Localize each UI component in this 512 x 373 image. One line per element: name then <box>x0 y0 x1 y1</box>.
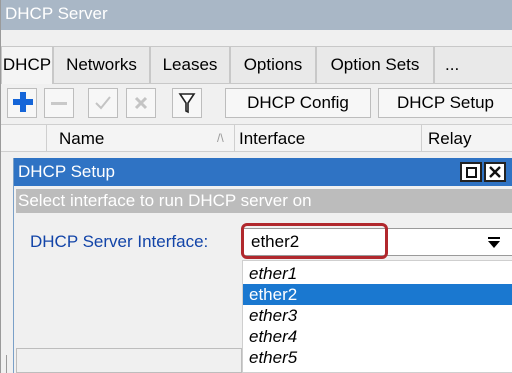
cross-icon <box>134 96 148 110</box>
maximize-button[interactable] <box>460 162 482 182</box>
dhcp-config-button[interactable]: DHCP Config <box>225 88 371 118</box>
tab-label: DHCP <box>2 55 52 74</box>
tab-leases[interactable]: Leases <box>150 46 230 84</box>
dropdown-option[interactable]: ether1 <box>243 263 512 284</box>
tab-label: Leases <box>162 55 218 74</box>
dialog-title: DHCP Setup <box>18 162 116 181</box>
tab-options[interactable]: Options <box>230 46 316 84</box>
tab-label: Networks <box>66 55 137 74</box>
close-button[interactable] <box>484 162 506 182</box>
add-button[interactable] <box>7 88 37 118</box>
column-header: Name /\ Interface Relay <box>1 124 512 152</box>
dropdown-option[interactable]: ether4 <box>243 326 512 347</box>
window-title: DHCP Server <box>5 4 108 23</box>
column-interface[interactable]: Interface <box>239 129 305 149</box>
dhcp-setup-label: DHCP Setup <box>396 93 494 112</box>
column-relay[interactable]: Relay <box>428 129 471 149</box>
tab-bar: DHCP Networks Leases Options Option Sets… <box>1 46 512 84</box>
dhcp-setup-dialog: DHCP Setup Select interface to run DHCP … <box>13 158 512 373</box>
dropdown-arrow-icon <box>481 231 507 253</box>
column-name[interactable]: Name <box>59 129 104 149</box>
tab-label: Option Sets <box>330 55 420 74</box>
tab-label: ... <box>445 55 460 74</box>
plus-icon <box>8 88 36 118</box>
dropdown-option[interactable]: ether5 <box>243 347 512 368</box>
tab-networks[interactable]: Networks <box>53 46 150 84</box>
window-title-bar[interactable]: DHCP Server <box>1 0 512 30</box>
filter-button[interactable] <box>172 88 202 118</box>
tab-dhcp[interactable]: DHCP <box>1 46 53 84</box>
sort-marker-icon: /\ <box>217 131 224 145</box>
dialog-panel <box>16 348 242 373</box>
enable-button[interactable] <box>88 88 118 118</box>
tab-label: Options <box>243 55 303 74</box>
divider <box>6 355 7 373</box>
highlight-ring <box>241 223 388 259</box>
interface-field-label: DHCP Server Interface: <box>30 232 209 251</box>
dropdown-option[interactable]: ether3 <box>243 305 512 326</box>
disable-button[interactable] <box>126 88 156 118</box>
close-icon <box>489 166 501 178</box>
interface-dropdown-list: ether1 ether2 ether3 ether4 ether5 <box>242 260 512 373</box>
maximize-icon <box>465 166 477 178</box>
toolbar: DHCP Config DHCP Setup <box>1 86 512 122</box>
tab-more[interactable]: ... <box>434 46 512 84</box>
filter-icon <box>178 93 196 114</box>
remove-button[interactable] <box>44 88 74 118</box>
dropdown-option-selected[interactable]: ether2 <box>243 284 512 305</box>
dhcp-config-label: DHCP Config <box>247 93 349 112</box>
dhcp-server-window: DHCP Server DHCP Networks Leases Options… <box>0 0 512 373</box>
dialog-instruction: Select interface to run DHCP server on <box>16 189 512 213</box>
dialog-title-bar[interactable]: DHCP Setup <box>14 158 512 186</box>
dhcp-setup-button[interactable]: DHCP Setup <box>378 88 512 118</box>
dropdown-arrow-button[interactable] <box>481 231 507 253</box>
minus-icon <box>51 101 67 105</box>
check-icon <box>95 96 111 110</box>
tab-option-sets[interactable]: Option Sets <box>316 46 434 84</box>
